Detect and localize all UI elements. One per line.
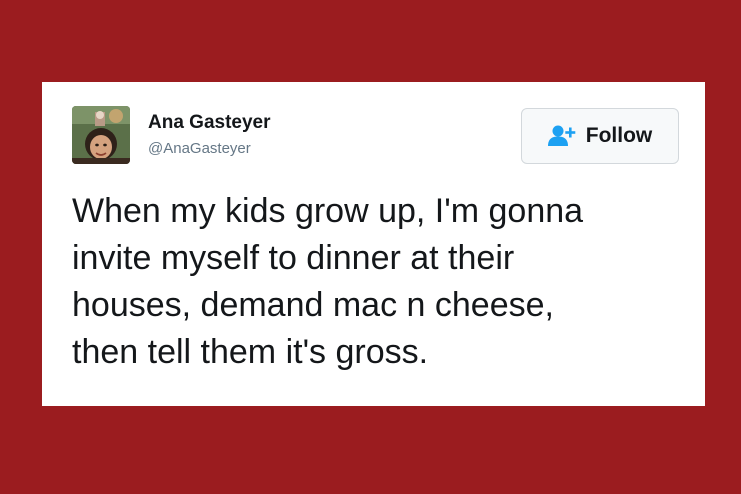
- follow-button[interactable]: Follow: [521, 108, 679, 164]
- follow-label: Follow: [585, 124, 653, 147]
- add-user-icon: [547, 125, 576, 146]
- user-name[interactable]: Ana Gasteyer: [148, 112, 271, 134]
- tweet-card: Ana Gasteyer @AnaGasteyer Follow When my…: [42, 82, 705, 406]
- avatar[interactable]: [72, 106, 130, 164]
- user-handle[interactable]: @AnaGasteyer: [148, 140, 251, 157]
- tweet-text: When my kids grow up, I'm gonna invite m…: [72, 192, 584, 371]
- profile-photo-icon: [72, 106, 130, 164]
